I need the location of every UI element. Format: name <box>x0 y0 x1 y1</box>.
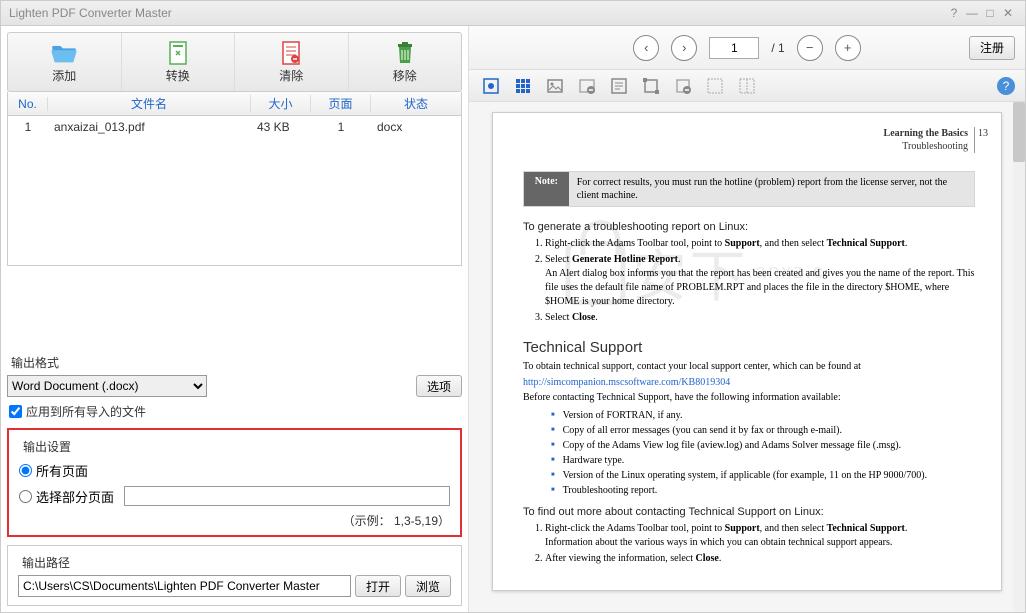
browse-path-button[interactable]: 浏览 <box>405 575 451 597</box>
help-icon[interactable]: ? <box>997 77 1015 95</box>
register-button[interactable]: 注册 <box>969 36 1015 60</box>
folder-open-icon <box>50 41 78 65</box>
preview-tool-bar: ? <box>469 70 1025 102</box>
format-select[interactable]: Word Document (.docx) <box>7 375 207 397</box>
preview-panel: ‹ › / 1 − + 注册 ? <box>469 26 1025 612</box>
format-label: 输出格式 <box>11 354 462 371</box>
page-range-example: （示例： 1,3-5,19） <box>19 512 450 529</box>
remove-crop-icon[interactable] <box>673 76 693 96</box>
prev-page-button[interactable]: ‹ <box>633 35 659 61</box>
image-icon[interactable] <box>545 76 565 96</box>
document-convert-icon <box>164 41 192 65</box>
document-clear-icon <box>277 41 305 65</box>
next-page-button[interactable]: › <box>671 35 697 61</box>
zoom-in-button[interactable]: + <box>835 35 861 61</box>
col-name[interactable]: 文件名 <box>48 95 251 112</box>
output-settings-box: 输出设置 所有页面 选择部分页面 （示例： 1,3-5,19） <box>7 428 462 537</box>
main-toolbar: 添加 转换 清除 移除 <box>7 32 462 92</box>
preview-scrollbar[interactable] <box>1013 102 1025 612</box>
page-number-input[interactable] <box>709 37 759 59</box>
text-box-icon[interactable] <box>609 76 629 96</box>
remove-image-icon[interactable] <box>577 76 597 96</box>
close-button[interactable]: ✕ <box>999 6 1017 20</box>
table-row[interactable]: 1 anxaizai_013.pdf 43 KB 1 docx <box>8 116 461 138</box>
path-label: 输出路径 <box>22 554 451 571</box>
document-page: Learning the Basics13 Troubleshooting No… <box>492 112 1002 591</box>
grid-icon[interactable] <box>513 76 533 96</box>
convert-button[interactable]: 转换 <box>122 33 236 91</box>
remove-button[interactable]: 移除 <box>349 33 462 91</box>
titlebar: Lighten PDF Converter Master ? — □ ✕ <box>1 1 1025 26</box>
output-label: 输出设置 <box>23 438 450 455</box>
preview-nav-bar: ‹ › / 1 − + 注册 <box>469 26 1025 70</box>
file-table-header: No. 文件名 大小 页面 状态 <box>7 92 462 116</box>
output-path-box: 输出路径 打开 浏览 <box>7 545 462 606</box>
clear-button[interactable]: 清除 <box>235 33 349 91</box>
layout-icon[interactable] <box>705 76 725 96</box>
maximize-button[interactable]: □ <box>981 6 999 20</box>
help-button[interactable]: ? <box>945 6 963 20</box>
page-total: / 1 <box>771 41 784 55</box>
crop-icon[interactable] <box>641 76 661 96</box>
output-path-input[interactable] <box>18 575 351 597</box>
options-button[interactable]: 选项 <box>416 375 462 397</box>
apply-all-checkbox[interactable]: 应用到所有导入的文件 <box>9 403 462 420</box>
all-pages-radio[interactable]: 所有页面 <box>19 461 450 480</box>
col-status[interactable]: 状态 <box>371 95 461 112</box>
app-window: Lighten PDF Converter Master ? — □ ✕ 添加 … <box>0 0 1026 613</box>
add-button[interactable]: 添加 <box>8 33 122 91</box>
open-path-button[interactable]: 打开 <box>355 575 401 597</box>
minimize-button[interactable]: — <box>963 6 981 20</box>
page-range-input[interactable] <box>124 486 450 506</box>
col-no[interactable]: No. <box>8 97 48 111</box>
left-panel: 添加 转换 清除 移除 No. 文件名 大小 页面 <box>1 26 469 612</box>
document-preview[interactable]: 安下.anxz.c Learning the Basics13 Troubles… <box>469 102 1025 612</box>
trash-icon <box>391 41 419 65</box>
note-box: Note: For correct results, you must run … <box>523 171 975 207</box>
window-title: Lighten PDF Converter Master <box>9 6 945 20</box>
col-page[interactable]: 页面 <box>311 95 371 112</box>
layout2-icon[interactable] <box>737 76 757 96</box>
col-size[interactable]: 大小 <box>251 95 311 112</box>
select-all-icon[interactable] <box>481 76 501 96</box>
file-table-body: 1 anxaizai_013.pdf 43 KB 1 docx <box>7 116 462 266</box>
select-pages-radio[interactable]: 选择部分页面 <box>19 486 450 506</box>
zoom-out-button[interactable]: − <box>797 35 823 61</box>
